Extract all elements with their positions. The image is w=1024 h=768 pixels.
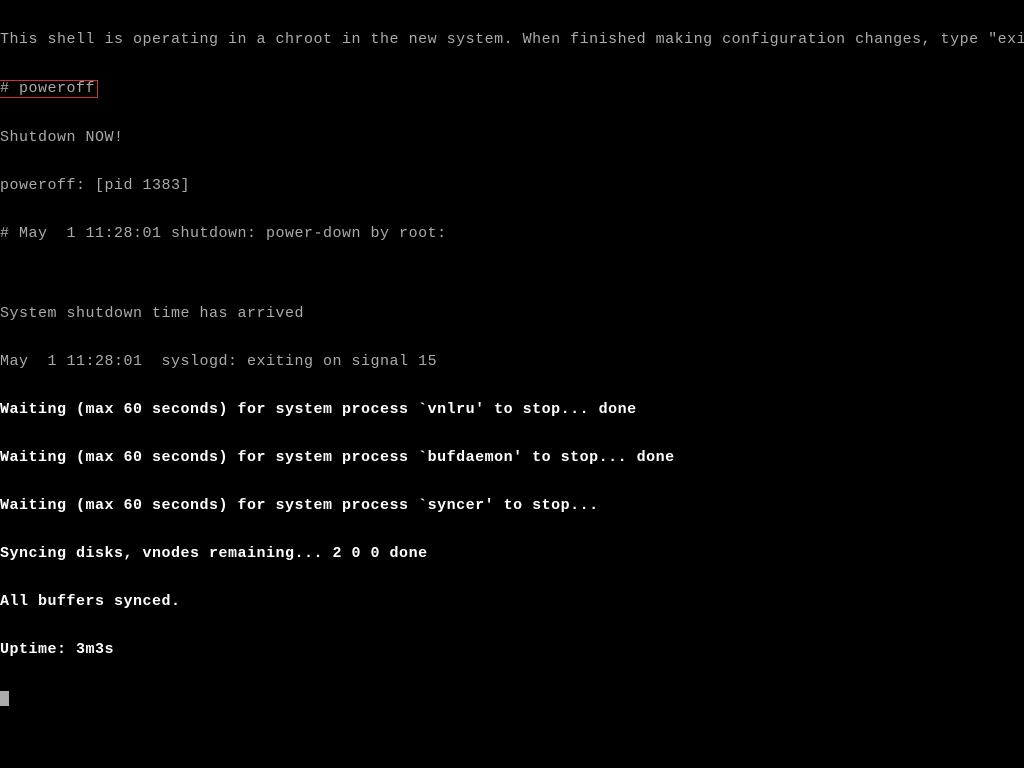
- console-line: Syncing disks, vnodes remaining... 2 0 0…: [0, 546, 1024, 562]
- terminal-console[interactable]: This shell is operating in a chroot in t…: [0, 0, 1024, 722]
- command-highlight: # poweroff: [0, 80, 98, 98]
- console-line: Shutdown NOW!: [0, 130, 1024, 146]
- console-line: This shell is operating in a chroot in t…: [0, 32, 1024, 48]
- command-text: poweroff: [19, 80, 95, 97]
- prompt: #: [0, 80, 19, 97]
- console-line: All buffers synced.: [0, 594, 1024, 610]
- console-line-highlighted: # poweroff: [0, 80, 1024, 98]
- console-line: May 1 11:28:01 syslogd: exiting on signa…: [0, 354, 1024, 370]
- console-line: # May 1 11:28:01 shutdown: power-down by…: [0, 226, 1024, 242]
- cursor-line: [0, 690, 1024, 706]
- console-line: Uptime: 3m3s: [0, 642, 1024, 658]
- console-line: Waiting (max 60 seconds) for system proc…: [0, 402, 1024, 418]
- console-line: Waiting (max 60 seconds) for system proc…: [0, 450, 1024, 466]
- console-line: Waiting (max 60 seconds) for system proc…: [0, 498, 1024, 514]
- console-line: System shutdown time has arrived: [0, 306, 1024, 322]
- console-line: poweroff: [pid 1383]: [0, 178, 1024, 194]
- cursor-block: [0, 691, 9, 706]
